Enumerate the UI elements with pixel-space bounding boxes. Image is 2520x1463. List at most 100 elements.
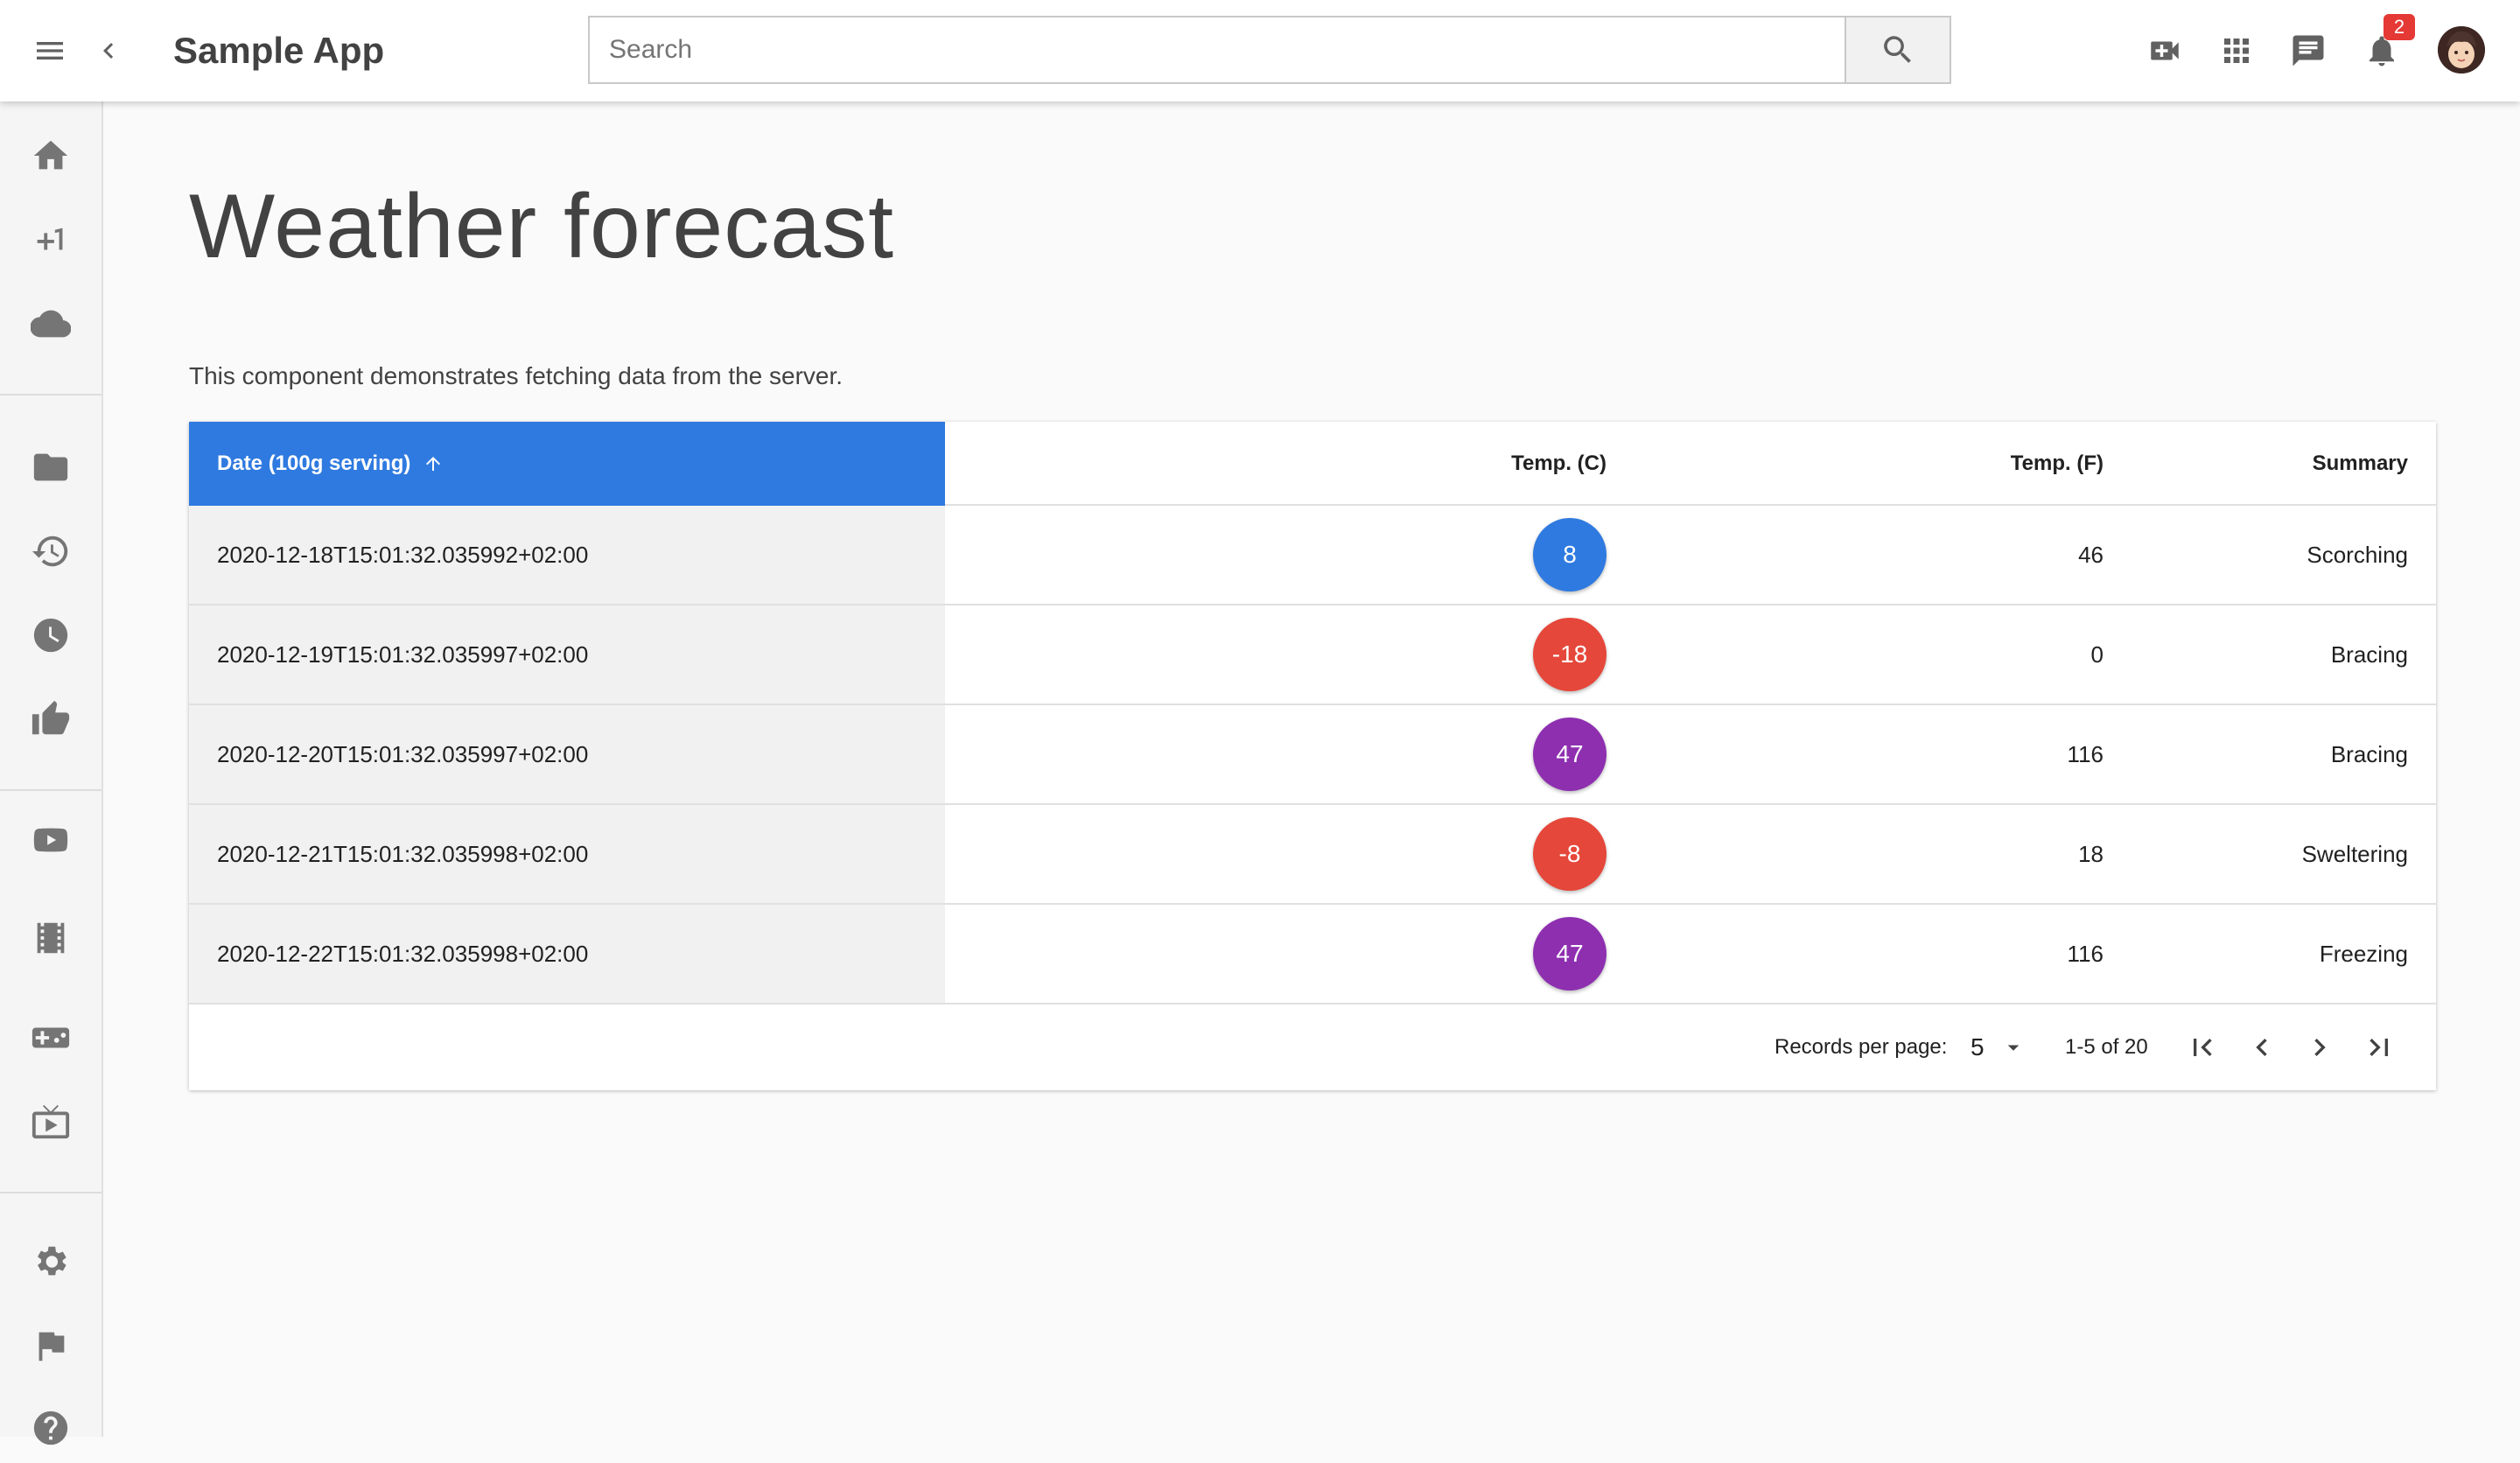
nav-report[interactable] <box>0 1311 102 1381</box>
nav-gaming[interactable] <box>0 1003 102 1073</box>
column-header-date[interactable]: Date (100g serving) <box>189 422 945 506</box>
next-page-button[interactable] <box>2296 1024 2343 1071</box>
cell-summary: Scorching <box>2306 541 2408 568</box>
home-icon <box>33 140 68 170</box>
column-header-temp-c[interactable]: Temp. (C) <box>945 422 1606 506</box>
cell-date: 2020-12-18T15:01:32.035992+02:00 <box>189 506 945 604</box>
nav-home[interactable] <box>0 121 102 191</box>
temp-c-badge: 47 <box>1533 718 1606 791</box>
cell-temp-c: 8 <box>945 506 1606 604</box>
cell-temp-c: 47 <box>945 905 1606 1003</box>
table-header: Date (100g serving) Temp. (C) Temp. (F) … <box>189 422 2436 506</box>
page-range: 1-5 of 20 <box>2065 1035 2148 1059</box>
cell-date: 2020-12-22T15:01:32.035998+02:00 <box>189 905 945 1003</box>
history-icon <box>32 536 68 567</box>
app-bar: Sample App 2 <box>0 0 2520 102</box>
apps-grid-icon <box>2224 38 2249 63</box>
table-row[interactable]: 2020-12-18T15:01:32.035992+02:00 8 46 Sc… <box>189 506 2436 606</box>
arrow-up-icon <box>426 457 441 471</box>
flag-icon <box>38 1332 65 1362</box>
nav-cloud[interactable] <box>0 289 102 359</box>
forecast-table: Date (100g serving) Temp. (C) Temp. (F) … <box>189 422 2436 1090</box>
help-icon <box>33 1410 68 1446</box>
dropdown-arrow-icon <box>2007 1045 2019 1051</box>
page-description: This component demonstrates fetching dat… <box>189 362 844 389</box>
app-title: Sample App <box>173 30 385 71</box>
nav-liked[interactable] <box>0 684 102 754</box>
last-page-icon <box>2370 1039 2388 1056</box>
nav-watch-later[interactable] <box>0 600 102 670</box>
cell-summary: Bracing <box>2330 740 2408 767</box>
nav-movies[interactable] <box>0 903 102 973</box>
cell-date: 2020-12-21T15:01:32.035998+02:00 <box>189 805 945 903</box>
search-input[interactable] <box>590 18 1846 82</box>
avatar-image <box>2438 26 2485 74</box>
notification-badge: 2 <box>2384 14 2415 40</box>
records-per-page-select[interactable]: 5 <box>1970 1004 2044 1090</box>
temp-c-badge: 8 <box>1533 518 1606 592</box>
column-header-temp-c-label: Temp. (C) <box>1511 452 1606 475</box>
cell-date: 2020-12-19T15:01:32.035997+02:00 <box>189 606 945 704</box>
last-page-button[interactable] <box>2356 1024 2403 1071</box>
youtube-icon <box>33 828 68 852</box>
nav-help[interactable] <box>0 1393 102 1463</box>
cell-temp-f: 46 <box>2078 541 2104 568</box>
back-button[interactable] <box>89 30 128 72</box>
nav-live-tv[interactable] <box>0 1087 102 1157</box>
table-row[interactable]: 2020-12-20T15:01:32.035997+02:00 47 116 … <box>189 705 2436 805</box>
cell-temp-f: 116 <box>2067 940 2104 967</box>
video-call-icon <box>2151 41 2179 60</box>
table-pagination: Records per page: 5 1-5 of 20 <box>189 1004 2436 1090</box>
column-header-summary[interactable]: Summary <box>2104 422 2408 506</box>
table-row[interactable]: 2020-12-19T15:01:32.035997+02:00 -18 0 B… <box>189 606 2436 705</box>
apps-button[interactable] <box>2214 28 2259 74</box>
column-header-summary-label: Summary <box>2312 452 2408 475</box>
live-tv-icon <box>32 1104 70 1139</box>
nav-divider <box>0 1192 102 1194</box>
table-row[interactable]: 2020-12-21T15:01:32.035998+02:00 -8 18 S… <box>189 805 2436 905</box>
chevron-left-icon <box>103 43 114 59</box>
movie-icon <box>37 922 65 954</box>
plus-one-icon <box>37 228 63 250</box>
video-call-button[interactable] <box>2142 28 2188 74</box>
nav-plus-one[interactable] <box>0 205 102 275</box>
cell-temp-f: 116 <box>2067 740 2104 767</box>
menu-icon <box>37 42 63 60</box>
avatar[interactable] <box>2438 26 2485 74</box>
cell-temp-c: 47 <box>945 705 1606 803</box>
nav-divider <box>0 394 102 396</box>
clock-icon <box>33 618 68 653</box>
chevron-right-icon <box>2314 1039 2326 1056</box>
cell-date: 2020-12-20T15:01:32.035997+02:00 <box>189 705 945 803</box>
search-button[interactable] <box>1844 16 1951 84</box>
cell-temp-c: -18 <box>945 606 1606 704</box>
nav-divider <box>0 789 102 791</box>
cell-temp-c: -8 <box>945 805 1606 903</box>
nav-settings[interactable] <box>0 1227 102 1297</box>
folder-icon <box>33 453 68 481</box>
first-page-icon <box>2194 1039 2212 1056</box>
first-page-button[interactable] <box>2179 1024 2226 1071</box>
temp-c-badge: -18 <box>1533 618 1606 691</box>
nav-folder[interactable] <box>0 432 102 502</box>
settings-icon <box>38 1246 66 1276</box>
nav-history[interactable] <box>0 516 102 586</box>
cloud-icon <box>31 310 71 338</box>
nav-youtube[interactable] <box>0 805 102 875</box>
search-box <box>588 16 1848 84</box>
cell-summary: Freezing <box>2319 940 2408 967</box>
menu-button[interactable] <box>26 30 74 72</box>
table-row[interactable]: 2020-12-22T15:01:32.035998+02:00 47 116 … <box>189 905 2436 1004</box>
chat-icon <box>2292 35 2324 66</box>
records-per-page-label: Records per page: <box>1774 1035 1948 1059</box>
search-icon <box>1884 36 1911 63</box>
records-per-page-value: 5 <box>1970 1033 1984 1060</box>
page-title: Weather forecast <box>189 176 895 277</box>
cell-summary: Bracing <box>2330 640 2408 668</box>
cell-temp-f: 18 <box>2078 840 2104 867</box>
previous-page-button[interactable] <box>2238 1024 2286 1071</box>
chat-button[interactable] <box>2286 28 2331 74</box>
gamepad-icon <box>32 1027 70 1048</box>
temp-c-badge: -8 <box>1533 817 1606 891</box>
column-header-temp-f[interactable]: Temp. (F) <box>1606 422 2104 506</box>
